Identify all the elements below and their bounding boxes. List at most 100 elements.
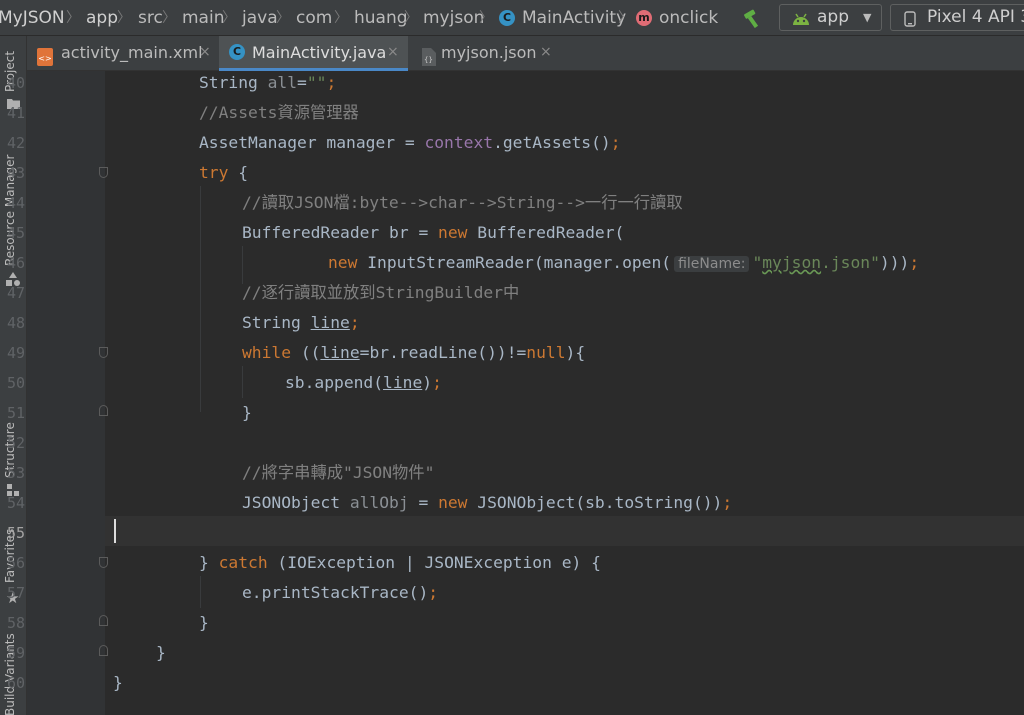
indent-guide [242, 366, 243, 398]
code-keyword: try [199, 163, 229, 182]
breadcrumb-separator: 〉 [334, 10, 348, 26]
run-config-dropdown[interactable]: app ▼ [779, 4, 882, 31]
breadcrumb-separator: 〉 [222, 10, 236, 26]
code-line-40: String all=""; [199, 73, 336, 93]
close-icon[interactable]: × [387, 36, 399, 69]
code-token: ; [432, 373, 442, 392]
breadcrumb-onclick[interactable]: onclick [659, 0, 718, 35]
breadcrumb-java[interactable]: java [242, 0, 278, 35]
parameter-hint: fileName: [674, 256, 750, 272]
code-keyword: new [438, 493, 468, 512]
code-token: line [320, 343, 360, 362]
code-token: BufferedReader( [467, 223, 625, 242]
build-variants-tool-tab[interactable]: Build Variants [1, 626, 25, 715]
navigation-bar: MyJSON 〉 app 〉 src 〉 main 〉 java 〉 com 〉… [0, 0, 1024, 36]
line-number: 42 [7, 134, 26, 152]
current-line-highlight [105, 516, 1024, 546]
fold-marker[interactable] [99, 405, 108, 416]
code-token: ))) [879, 253, 910, 272]
device-dropdown[interactable]: Pixel 4 API 30 [890, 4, 1024, 31]
breadcrumb-separator: 〉 [276, 10, 290, 26]
close-icon[interactable]: × [540, 36, 552, 69]
device-label: Pixel 4 API 30 [927, 7, 1024, 27]
code-string: " [752, 253, 763, 272]
close-icon[interactable]: × [199, 36, 211, 69]
tab-label: MainActivity.java [252, 43, 387, 62]
breadcrumb-main[interactable]: main [182, 0, 224, 35]
code-token: = [408, 493, 439, 512]
android-icon [791, 10, 811, 35]
line-number: 49 [7, 344, 26, 362]
fold-marker[interactable] [99, 645, 108, 656]
hammer-icon[interactable] [742, 8, 764, 32]
breadcrumb-separator: 〉 [66, 10, 80, 26]
code-token: .getAssets() [493, 133, 611, 152]
code-token: ) [422, 373, 433, 392]
code-token: = [297, 73, 307, 92]
code-token: ; [909, 253, 920, 272]
tab-myjson-json[interactable]: {} myjson.json × [413, 36, 563, 71]
line-number: 43 [7, 164, 26, 182]
indent-guide [200, 576, 201, 608]
code-line-46: new InputStreamReader(manager.open(fileN… [328, 253, 919, 274]
code-token: line [383, 373, 423, 392]
code-keyword: while [242, 343, 292, 362]
code-string: .json" [821, 253, 880, 272]
breadcrumb-separator: 〉 [404, 10, 418, 26]
fold-marker[interactable] [99, 167, 108, 178]
code-token: context [424, 133, 494, 152]
code-line-44: //讀取JSON檔:byte-->char-->String-->一行一行讀取 [242, 193, 683, 213]
code-keyword: catch [218, 553, 268, 572]
code-line-41: //Assets資源管理器 [199, 103, 359, 123]
code-token: String [199, 73, 268, 92]
code-token: ; [722, 493, 733, 512]
line-number: 54 [7, 494, 26, 512]
breadcrumb-huang[interactable]: huang [354, 0, 408, 35]
code-token: { [228, 163, 249, 182]
code-token: "" [306, 73, 327, 92]
line-number: 50 [7, 374, 26, 392]
java-class-icon: C [229, 44, 245, 60]
line-number: 53 [7, 464, 26, 482]
structure-tool-tab[interactable]: Structure [1, 414, 25, 504]
code-token: all [267, 73, 298, 92]
breadcrumb-myjson[interactable]: myjson [423, 0, 484, 35]
code-line-56: } catch (IOException | JSONException e) … [199, 553, 601, 573]
code-comment: //將字串轉成"JSON物件" [242, 463, 435, 482]
line-number: 40 [7, 74, 26, 92]
code-token: line [310, 313, 350, 332]
chevron-down-icon: ▼ [863, 11, 872, 24]
line-number-current: 55 [7, 524, 26, 542]
fold-marker[interactable] [99, 557, 108, 568]
code-token: ; [326, 73, 337, 92]
editor-tab-bar: <> activity_main.xml × C MainActivity.ja… [27, 36, 1024, 71]
code-line-58: } [199, 613, 209, 633]
breadcrumb-src[interactable]: src [138, 0, 163, 35]
method-icon: m [636, 10, 652, 26]
code-token: e.printStackTrace() [242, 583, 429, 602]
tab-mainactivity-java[interactable]: C MainActivity.java × [219, 36, 408, 71]
code-keyword: new [438, 223, 468, 242]
fold-marker[interactable] [99, 347, 108, 358]
code-line-48: String line; [242, 313, 360, 333]
svg-text:<>: <> [38, 54, 51, 63]
fold-marker[interactable] [99, 615, 108, 626]
code-token: (( [291, 343, 321, 362]
line-number: 44 [7, 194, 26, 212]
code-token: } [156, 643, 166, 662]
class-icon: C [499, 10, 515, 26]
tab-activity-main-xml[interactable]: <> activity_main.xml × [27, 36, 214, 71]
code-token: sb.append( [285, 373, 384, 392]
line-number: 56 [7, 554, 26, 572]
code-token: BufferedReader br = [242, 223, 439, 242]
breadcrumb-mainactivity[interactable]: MainActivity [522, 0, 626, 35]
code-keyword: new [328, 253, 358, 272]
indent-guide [242, 246, 243, 284]
breadcrumb-com[interactable]: com [296, 0, 332, 35]
phone-icon [904, 10, 916, 35]
breadcrumb-project[interactable]: MyJSON [0, 0, 65, 35]
breadcrumb-app[interactable]: app [86, 0, 118, 35]
code-line-50: sb.append(line); [285, 373, 442, 393]
code-token: } [113, 673, 123, 692]
code-token: ; [610, 133, 621, 152]
